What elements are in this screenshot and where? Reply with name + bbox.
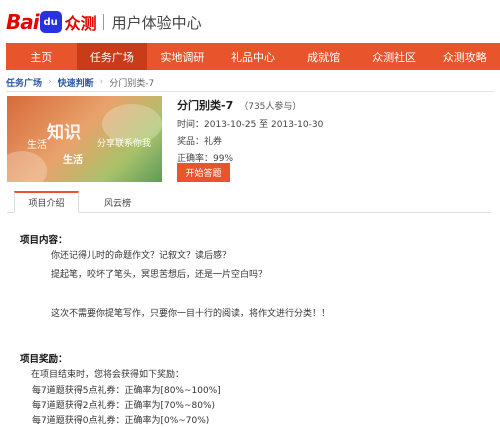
tab-leaderboard[interactable]: 风云榜 [85,191,150,213]
baidu-zhongce-logo[interactable]: Bai du 众测 用户体验中心 [6,10,202,34]
content-line: 这次不需要你提笔写作，只要你一目十行的阅读，将作文进行分类！！ [51,309,331,319]
task-title: 分门别类-7 （735人参与） [177,97,323,113]
paw-icon: du [39,11,62,33]
thumb-text: 知识 [47,123,81,143]
content-line: 你还记得儿时的命题作文？记叙文？读后感？ [51,251,232,261]
reward-intro: 在项目结束时，您将会获得如下奖励： [31,370,185,380]
logo-divider [102,14,104,30]
section-title-reward: 项目奖励： [20,354,68,365]
task-time: 时间：2013-10-25 至 2013-10-30 [177,120,324,130]
thumb-text: 生活 [63,155,83,166]
site-title: 用户体验中心 [111,13,202,32]
nav-item-task-square[interactable]: 任务广场 [76,43,148,70]
chevron-right-icon: › [48,77,52,87]
thumb-text: 分享联系你我 [97,139,152,149]
nav-item-gift-center[interactable]: 礼品中心 [218,43,289,70]
breadcrumb-current: 分门别类-7 [109,78,155,89]
breadcrumb-task-square[interactable]: 任务广场 [6,76,42,89]
tab-bar: 项目介绍 风云榜 [7,191,491,213]
task-info: 分门别类-7 （735人参与） 时间：2013-10-25 至 2013-10-3… [177,97,323,164]
nav-item-guide[interactable]: 众测攻略 [429,43,500,70]
thumb-decoration [7,151,47,182]
nav-item-achievements[interactable]: 成就馆 [288,43,359,70]
site-header: Bai du 众测 用户体验中心 [0,0,500,42]
reward-item: 每7道题获得5点礼券：正确率为[80%~100%] [32,386,221,396]
reward-item: 每7道题获得0点礼券：正确率为[0%~70%) [32,416,210,426]
thumb-text: 生活 [27,140,47,151]
task-title-text: 分门别类-7 [177,99,234,112]
chevron-right-icon: › [99,77,104,87]
main-nav: 主页 任务广场 实地调研 礼品中心 成就馆 众测社区 众测攻略 [6,43,500,70]
breadcrumb-quick-judge[interactable]: 快速判断 [58,76,94,89]
breadcrumb-divider [6,91,494,92]
tab-project-intro[interactable]: 项目介绍 [14,191,79,213]
task-reward: 奖品：礼券 [177,137,223,147]
nav-item-field-research[interactable]: 实地调研 [147,43,218,70]
task-thumbnail: 知识 生活 分享联系你我 生活 [7,96,162,182]
participant-count: （735人参与） [239,102,302,112]
start-answer-button[interactable]: 开始答题 [177,163,230,182]
section-title-content: 项目内容： [20,235,68,246]
breadcrumb: 任务广场 › 快速判断 › 分门别类-7 [6,74,154,90]
logo-bai-text: Bai [6,10,40,34]
nav-item-home[interactable]: 主页 [6,43,77,70]
content-line: 提起笔，咬坏了笔头，冥思苦想后，还是一片空白吗？ [51,270,268,280]
nav-item-community[interactable]: 众测社区 [359,43,430,70]
logo-zhongce-text: 众测 [64,14,97,33]
reward-item: 每7道题获得2点礼券：正确率为[70%~80%) [32,401,216,411]
